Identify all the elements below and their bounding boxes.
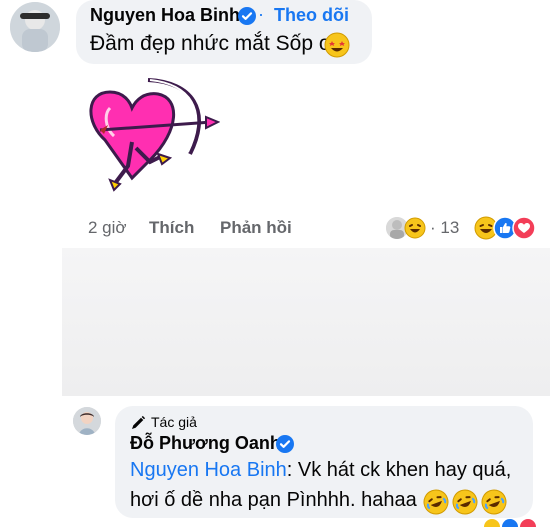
comment-text: Đầm đẹp nhức mắt Sốp ơi — [90, 32, 338, 55]
mention-link[interactable]: Nguyen Hoa Binh — [130, 459, 287, 481]
pen-icon — [130, 415, 146, 431]
author-role-label: Tác giả — [151, 414, 197, 430]
verified-badge-icon — [238, 7, 256, 25]
blurred-content — [62, 248, 550, 396]
commenter-avatar[interactable] — [10, 2, 60, 52]
star-struck-emoji-icon — [324, 32, 350, 58]
reply-text-line-2: hơi ố dề nha pạn Pìnhhh. hahaa — [130, 489, 417, 511]
separator-dot: · — [258, 4, 264, 24]
rofl-emoji-icon — [452, 489, 478, 515]
rofl-emoji-icon — [423, 489, 449, 515]
avatar-image — [10, 2, 60, 52]
love-react-icon[interactable] — [512, 216, 536, 240]
cupid-heart-sticker — [80, 70, 221, 198]
verified-badge-icon — [276, 435, 294, 453]
reply-author-avatar[interactable] — [73, 407, 101, 435]
comment-timestamp[interactable]: 2 giờ — [88, 218, 127, 238]
reply-text-after-mention: : Vk hát ck khen hay quá, — [286, 459, 512, 481]
follow-link[interactable]: Theo dõi — [274, 5, 349, 26]
laugh-react-icon[interactable] — [404, 217, 426, 239]
reply-author-name[interactable]: Đỗ Phương Oanh — [130, 433, 281, 454]
partial-reactions-strip — [480, 514, 550, 532]
reply-text-line-1: Nguyen Hoa Binh: Vk hát ck khen hay quá, — [130, 459, 511, 482]
like-action[interactable]: Thích — [149, 218, 194, 238]
comment-author-name[interactable]: Nguyen Hoa Binh — [90, 5, 240, 26]
rofl-emoji-icon — [481, 489, 507, 515]
reaction-count[interactable]: · 13 — [430, 218, 459, 238]
reply-action[interactable]: Phản hồi — [220, 218, 292, 238]
